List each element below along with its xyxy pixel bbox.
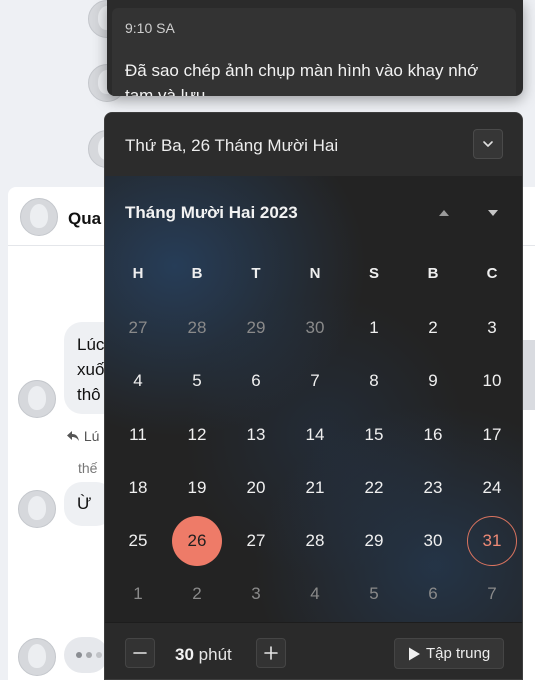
calendar-day[interactable]: 18 [113,463,163,513]
calendar-header: Thứ Ba, 26 Tháng Mười Hai [105,113,522,177]
avatar [18,490,56,528]
calendar-day[interactable]: 27 [113,303,163,353]
reply-label: Lú [83,428,100,444]
calendar-day-today[interactable]: 31 [467,516,517,566]
chat-title[interactable]: Qua [68,209,101,229]
calendar-day[interactable]: 12 [172,410,222,460]
calendar-day[interactable]: 5 [349,569,399,619]
calendar-day[interactable]: 1 [349,303,399,353]
calendar-day[interactable]: 3 [467,303,517,353]
collapse-calendar-button[interactable] [473,129,503,159]
minutes-unit: phút [198,645,232,664]
weekday-label: B [191,265,203,282]
calendar-day[interactable]: 4 [113,356,163,406]
calendar-day-selected[interactable]: 26 [172,516,222,566]
calendar-flyout: Thứ Ba, 26 Tháng Mười Hai Tháng Mười Hai… [104,112,523,680]
calendar-day[interactable]: 7 [290,356,340,406]
focus-duration: 30 phút [175,645,232,665]
calendar-day[interactable]: 1 [113,569,163,619]
chevron-down-icon [483,141,493,147]
calendar-day[interactable]: 4 [290,569,340,619]
month-label[interactable]: Tháng Mười Hai 2023 [125,203,298,223]
previous-month-button[interactable] [432,200,456,224]
calendar-day[interactable]: 20 [231,463,281,513]
calendar-day[interactable]: 29 [231,303,281,353]
focus-button-label: Tập trung [426,645,491,662]
play-icon [409,647,420,661]
calendar-day[interactable]: 25 [113,516,163,566]
avatar [18,380,56,418]
calendar-day[interactable]: 2 [408,303,458,353]
current-date-label: Thứ Ba, 26 Tháng Mười Hai [125,136,339,155]
typing-indicator [64,637,108,673]
quoted-text: thế [78,460,98,476]
calendar-body: Tháng Mười Hai 2023 HBTNSBC 27 28 29 30 1 2 3 4… [105,176,522,622]
calendar-day[interactable]: 29 [349,516,399,566]
notification-card[interactable]: 9:10 SA Đã sao chép ảnh chụp màn hình và… [112,8,516,96]
calendar-day[interactable]: 2 [172,569,222,619]
next-month-button[interactable] [481,200,505,224]
triangle-up-icon [439,210,449,216]
weekday-label: T [251,265,261,282]
avatar [18,638,56,676]
calendar-day[interactable]: 16 [408,410,458,460]
calendar-day[interactable]: 30 [290,303,340,353]
reply-indicator: Lú [66,428,99,444]
calendar-day[interactable]: 6 [408,569,458,619]
decrease-minutes-button[interactable] [125,638,155,668]
calendar-day[interactable]: 9 [408,356,458,406]
triangle-down-icon [488,210,498,216]
contact-avatar[interactable] [20,198,58,236]
focus-session-bar: 30 phút Tập trung [105,622,522,679]
notification-message: Đã sao chép ảnh chụp màn hình vào khay n… [125,61,479,96]
weekday-label: H [132,265,144,282]
calendar-day[interactable]: 11 [113,410,163,460]
calendar-day[interactable]: 19 [172,463,222,513]
notification-time: 9:10 SA [125,20,175,36]
calendar-day[interactable]: 10 [467,356,517,406]
calendar-day[interactable]: 14 [290,410,340,460]
calendar-day[interactable]: 17 [467,410,517,460]
weekday-label: N [309,265,321,282]
weekday-label: S [368,265,379,282]
calendar-day[interactable]: 27 [231,516,281,566]
calendar-day[interactable]: 21 [290,463,340,513]
minutes-value: 30 [175,645,194,664]
calendar-day[interactable]: 7 [467,569,517,619]
increase-minutes-button[interactable] [256,638,286,668]
scrollbar[interactable] [522,340,535,410]
message-text: Ừ [77,494,92,513]
calendar-day[interactable]: 15 [349,410,399,460]
calendar-day[interactable]: 28 [172,303,222,353]
weekday-label: B [427,265,439,282]
calendar-day[interactable]: 30 [408,516,458,566]
reply-icon [67,431,79,441]
calendar-day[interactable]: 22 [349,463,399,513]
calendar-day[interactable]: 13 [231,410,281,460]
calendar-day[interactable]: 6 [231,356,281,406]
weekday-label: C [486,265,498,282]
calendar-day[interactable]: 24 [467,463,517,513]
calendar-day[interactable]: 23 [408,463,458,513]
calendar-day[interactable]: 8 [349,356,399,406]
minus-icon [133,652,147,654]
plus-icon [264,646,278,660]
start-focus-button[interactable]: Tập trung [394,638,504,669]
calendar-day[interactable]: 5 [172,356,222,406]
calendar-day[interactable]: 3 [231,569,281,619]
notification-toast[interactable]: 9:10 SA Đã sao chép ảnh chụp màn hình và… [107,0,523,96]
calendar-day[interactable]: 28 [290,516,340,566]
